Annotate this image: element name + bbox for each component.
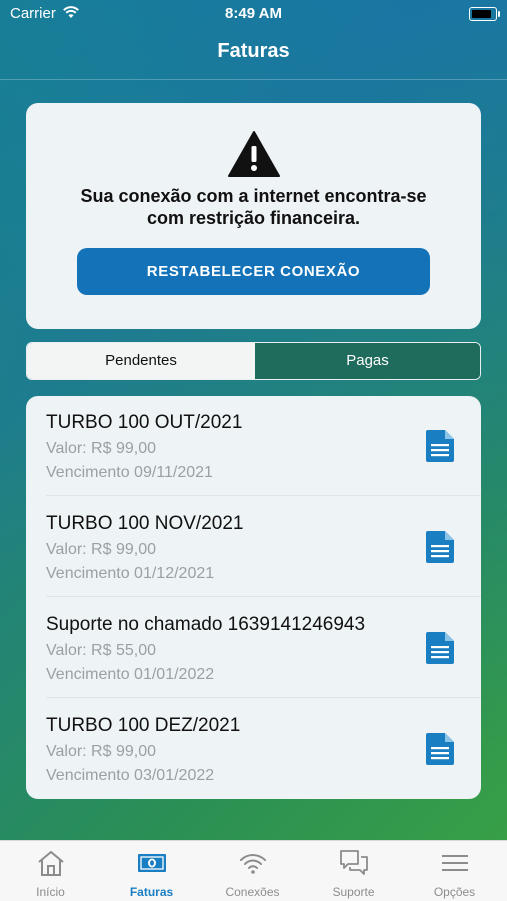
tab-label: Opções [433,885,476,899]
invoice-value: Valor: R$ 99,00 [46,440,156,457]
tab-label: Início [36,885,65,899]
row-divider [46,596,481,597]
restore-connection-button[interactable]: RESTABELECER CONEXÃO [77,248,430,295]
tab-suporte[interactable]: Suporte [303,841,404,901]
invoice-value: Valor: R$ 99,00 [46,541,156,558]
alert-message: Sua conexão com a internet encontra-se c… [26,185,481,229]
tab-inicio[interactable]: Início [0,841,101,901]
invoice-due-date: Vencimento 09/11/2021 [46,464,213,481]
invoice-list: TURBO 100 OUT/2021 Valor: R$ 99,00 Venci… [26,396,481,799]
invoice-value: Valor: R$ 55,00 [46,642,156,659]
restriction-alert-card: Sua conexão com a internet encontra-se c… [26,103,481,329]
document-icon[interactable] [426,531,454,563]
home-icon [38,851,64,876]
invoice-due-date: Vencimento 01/01/2022 [46,666,215,683]
warning-icon [228,131,280,177]
battery-icon [469,7,500,21]
tab-faturas[interactable]: Faturas [101,841,202,901]
money-icon [138,854,166,872]
invoice-title: TURBO 100 DEZ/2021 [46,715,241,736]
tab-label: Conexões [225,885,280,899]
wifi-icon [240,854,266,874]
page-title: Faturas [217,40,290,62]
document-icon[interactable] [426,632,454,664]
invoice-title: TURBO 100 OUT/2021 [46,412,243,433]
invoice-due-date: Vencimento 01/12/2021 [46,565,215,582]
menu-icon [442,855,468,871]
document-icon[interactable] [426,430,454,462]
row-divider [46,495,481,496]
invoice-title: TURBO 100 NOV/2021 [46,513,244,534]
invoice-item[interactable]: Suporte no chamado 1639141246943 Valor: … [26,598,481,698]
nav-divider [0,79,507,80]
invoice-value: Valor: R$ 99,00 [46,743,156,760]
document-icon[interactable] [426,733,454,765]
tab-opcoes[interactable]: Opções [404,841,505,901]
chat-icon [340,850,368,875]
invoice-status-segmented-control: Pendentes Pagas [26,342,481,380]
invoice-item[interactable]: TURBO 100 DEZ/2021 Valor: R$ 99,00 Venci… [26,699,481,799]
segment-pending[interactable]: Pendentes [27,343,255,379]
invoice-item[interactable]: TURBO 100 NOV/2021 Valor: R$ 99,00 Venci… [26,497,481,597]
invoice-item[interactable]: TURBO 100 OUT/2021 Valor: R$ 99,00 Venci… [26,396,481,496]
tab-conexoes[interactable]: Conexões [202,841,303,901]
invoice-title: Suporte no chamado 1639141246943 [46,614,366,635]
tab-label: Faturas [129,885,174,899]
status-bar: Carrier 8:49 AM [0,0,507,28]
row-divider [46,697,481,698]
invoice-due-date: Vencimento 03/01/2022 [46,767,215,784]
segment-paid[interactable]: Pagas [255,343,480,379]
bottom-tab-bar: Início Faturas Conexões Suporte Opções [0,840,507,901]
tab-label: Suporte [332,885,375,899]
alert-message-line-2: com restrição financeira. [146,208,361,228]
status-time: 8:49 AM [225,5,282,22]
alert-message-line-1: Sua conexão com a internet encontra-se [80,186,427,206]
